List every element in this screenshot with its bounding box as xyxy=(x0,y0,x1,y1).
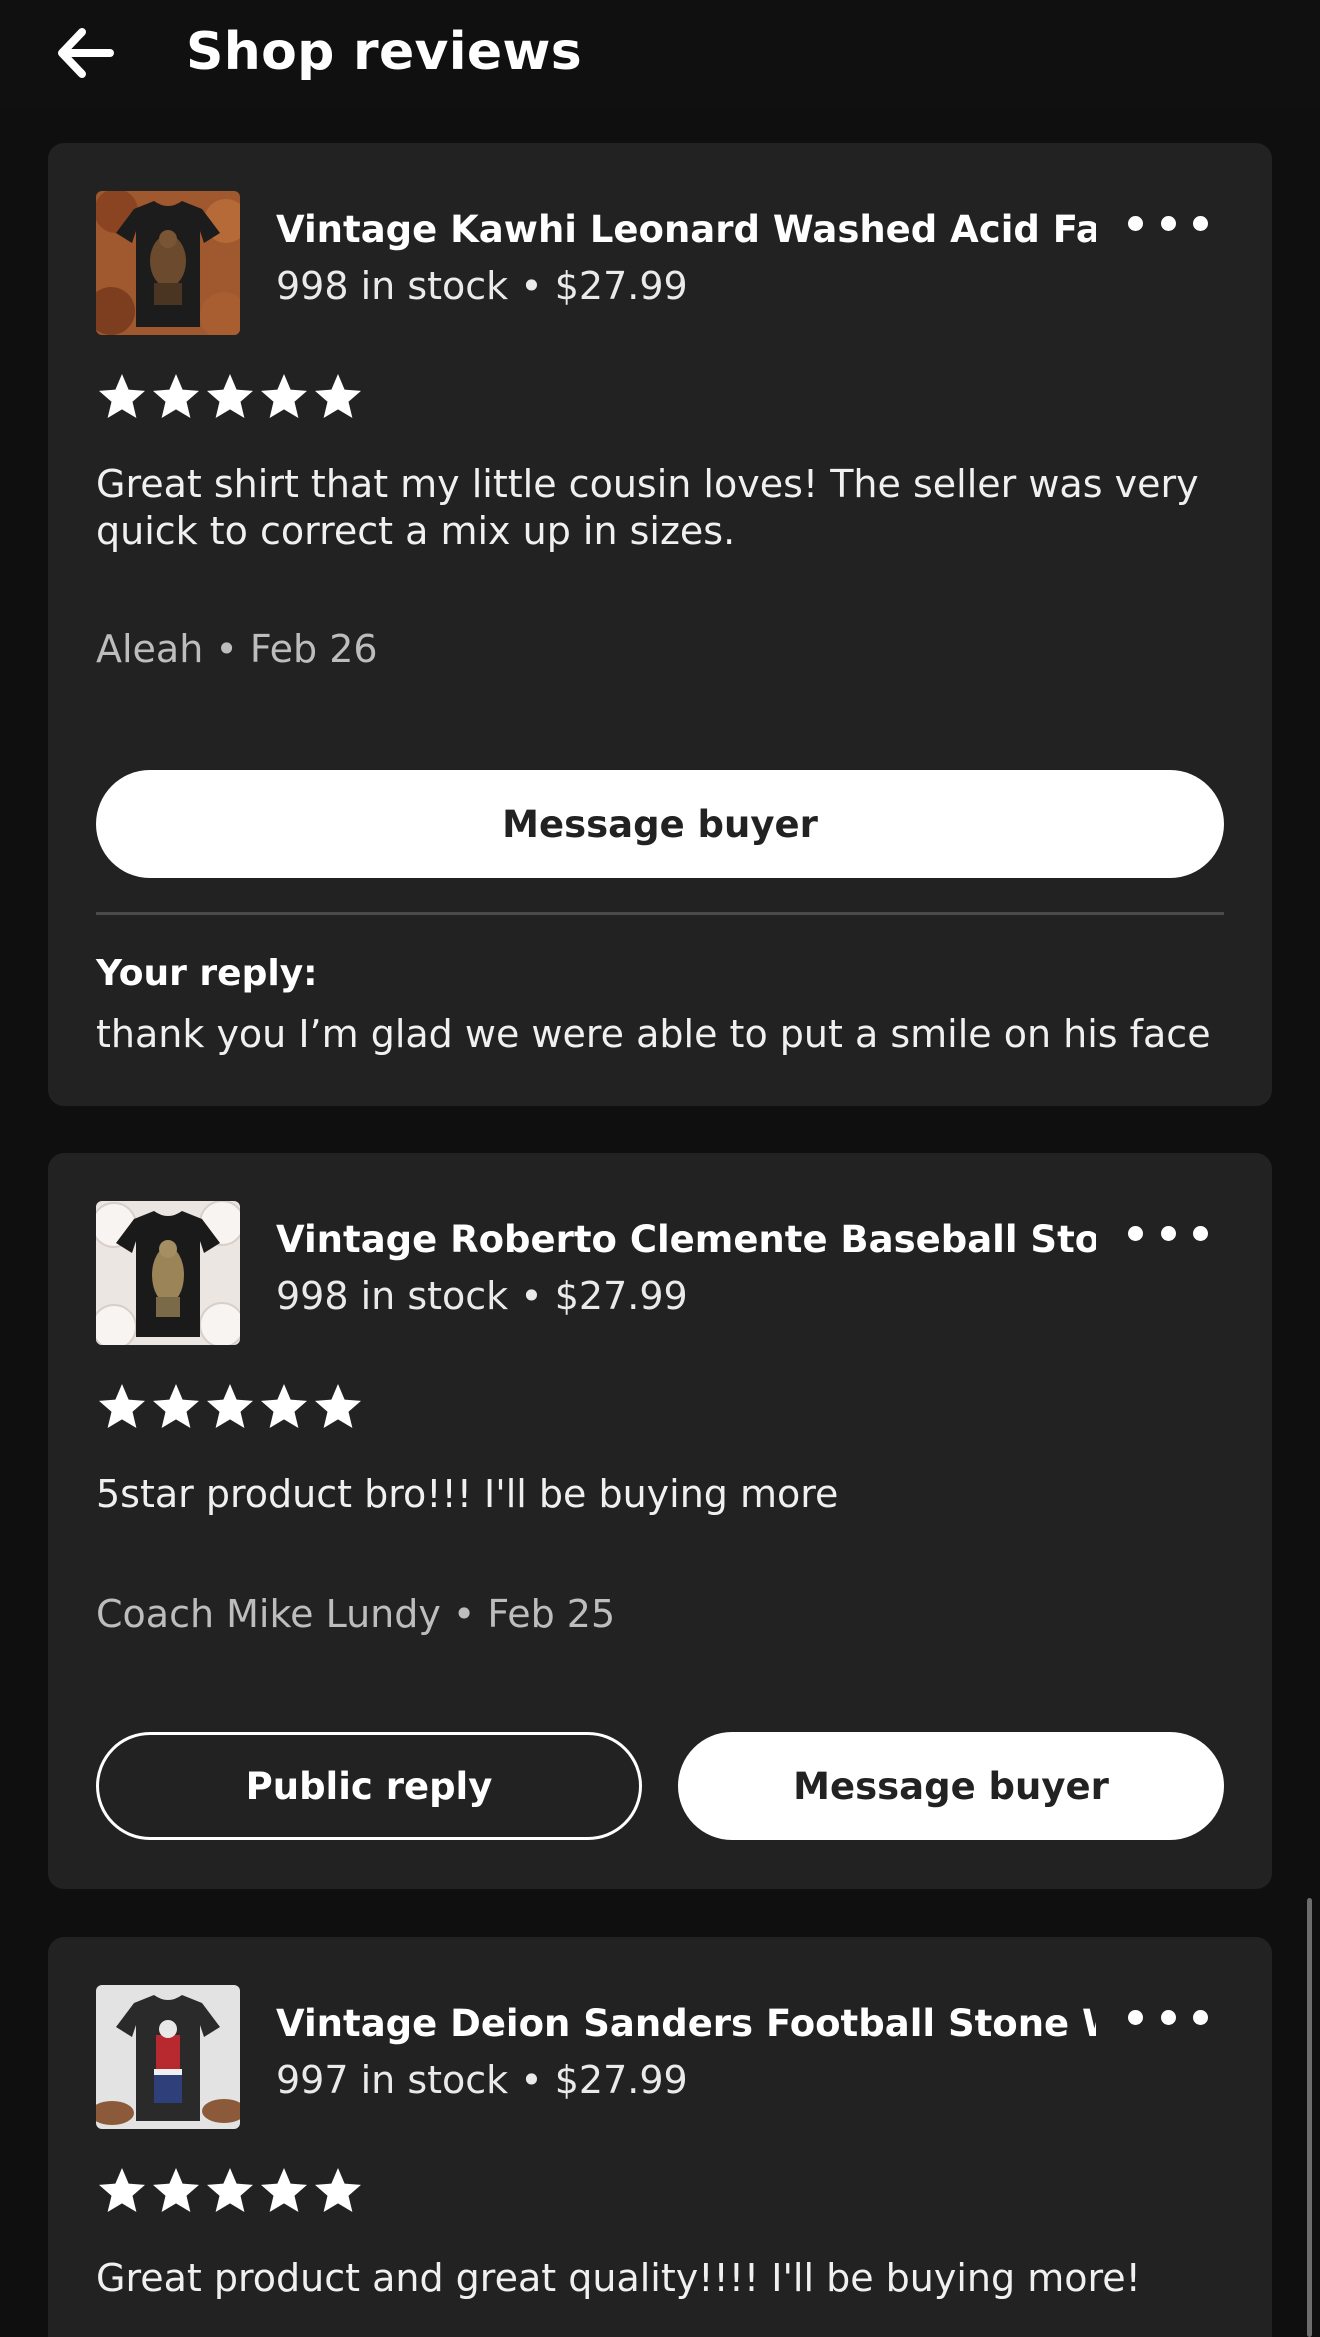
reviewer-and-date: Aleah • Feb 26 xyxy=(96,627,378,671)
star-rating xyxy=(96,1381,364,1441)
back-button[interactable] xyxy=(50,18,120,88)
page-title: Shop reviews xyxy=(186,22,583,82)
star-icon xyxy=(153,2168,199,2212)
star-rating xyxy=(96,371,364,431)
star-icon xyxy=(153,374,199,418)
more-options-icon xyxy=(1128,215,1143,231)
more-options-icon xyxy=(1160,215,1176,231)
product-stock-price: 997 in stock • $27.99 xyxy=(276,2058,688,2102)
review-card: Vintage Deion Sanders Football Stone W..… xyxy=(48,1937,1272,2337)
product-title[interactable]: Vintage Roberto Clemente Baseball Sto... xyxy=(276,1217,1096,1263)
more-options-icon xyxy=(1160,1225,1176,1241)
review-card: Vintage Kawhi Leonard Washed Acid Fa... … xyxy=(48,143,1272,1106)
more-options-button[interactable] xyxy=(1128,1213,1208,1253)
star-icon xyxy=(315,1384,361,1428)
more-options-icon xyxy=(1193,1225,1208,1241)
star-icon xyxy=(99,374,145,418)
star-icon xyxy=(315,374,361,418)
star-rating xyxy=(96,2165,364,2225)
more-options-icon xyxy=(1128,2009,1143,2025)
product-stock-price: 998 in stock • $27.99 xyxy=(276,264,688,308)
more-options-icon xyxy=(1128,1225,1143,1241)
star-icon xyxy=(207,1384,253,1428)
star-icon xyxy=(261,1384,307,1428)
star-icon xyxy=(261,374,307,418)
arrow-left-icon xyxy=(58,28,114,78)
product-image xyxy=(96,1201,240,1345)
review-card: Vintage Roberto Clemente Baseball Sto...… xyxy=(48,1153,1272,1889)
reviewer-and-date: Coach Mike Lundy • Feb 25 xyxy=(96,1592,616,1636)
product-title[interactable]: Vintage Kawhi Leonard Washed Acid Fa... xyxy=(276,207,1096,253)
product-image xyxy=(96,191,240,335)
public-reply-button[interactable]: Public reply xyxy=(96,1732,642,1840)
reply-text: thank you I’m glad we were able to put a… xyxy=(96,1012,1211,1056)
product-thumbnail[interactable] xyxy=(96,1985,240,2129)
star-icon xyxy=(99,2168,145,2212)
star-icon xyxy=(207,374,253,418)
message-buyer-button[interactable]: Message buyer xyxy=(96,770,1224,878)
more-options-icon xyxy=(1193,215,1208,231)
more-options-icon xyxy=(1160,2009,1176,2025)
divider xyxy=(96,912,1224,915)
star-icon xyxy=(207,2168,253,2212)
star-icon xyxy=(99,1384,145,1428)
review-text: 5star product bro!!! I'll be buying more xyxy=(96,1472,839,1516)
product-thumbnail[interactable] xyxy=(96,1201,240,1345)
star-icon xyxy=(153,1384,199,1428)
product-image xyxy=(96,1985,240,2129)
star-icon xyxy=(315,2168,361,2212)
product-thumbnail[interactable] xyxy=(96,191,240,335)
more-options-icon xyxy=(1193,2009,1208,2025)
product-stock-price: 998 in stock • $27.99 xyxy=(276,1274,688,1318)
your-reply-label: Your reply: xyxy=(96,953,318,994)
review-text: Great shirt that my little cousin loves!… xyxy=(96,462,1199,553)
star-icon xyxy=(261,2168,307,2212)
message-buyer-button[interactable]: Message buyer xyxy=(678,1732,1224,1840)
scrollbar[interactable] xyxy=(1307,1898,1312,2337)
product-title[interactable]: Vintage Deion Sanders Football Stone W..… xyxy=(276,2001,1096,2047)
review-text: Great product and great quality!!!! I'll… xyxy=(96,2256,1141,2300)
top-app-bar: Shop reviews xyxy=(0,0,1320,110)
more-options-button[interactable] xyxy=(1128,203,1208,243)
more-options-button[interactable] xyxy=(1128,1997,1208,2037)
app: Shop reviews Vintage Kawhi Leonard Washe… xyxy=(0,0,1320,2337)
